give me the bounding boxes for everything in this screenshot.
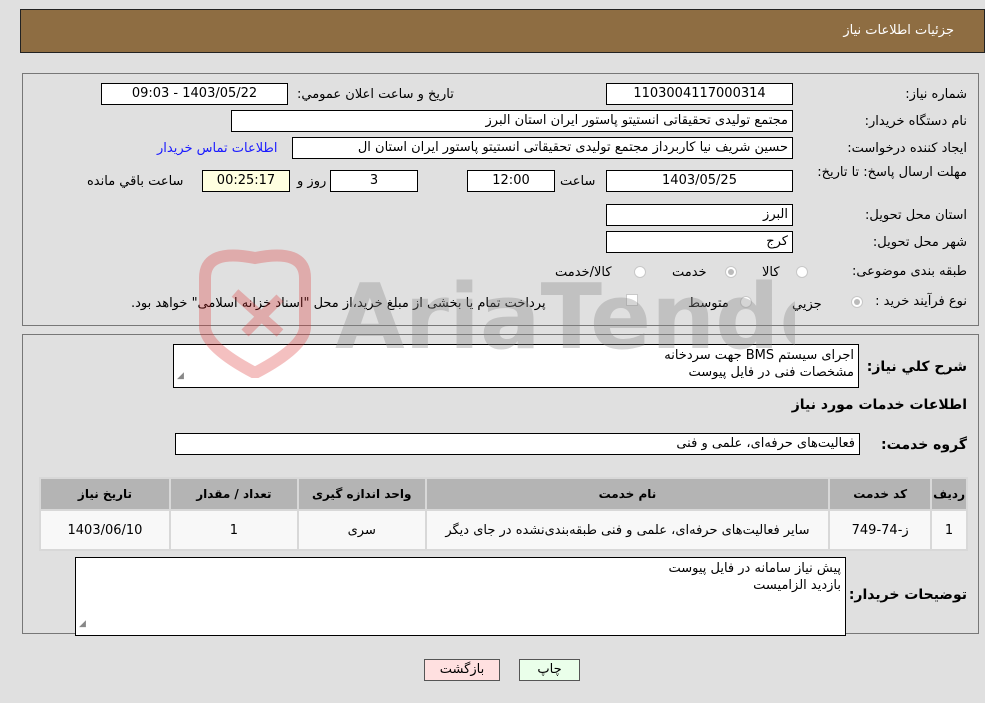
service-group-field: فعالیت‌های حرفه‌ای، علمی و فنی bbox=[175, 433, 860, 455]
days-label: روز و bbox=[297, 174, 327, 189]
need-number-field: 1103004117000314 bbox=[606, 83, 793, 105]
resize-grip-icon[interactable]: ◢ bbox=[177, 368, 184, 385]
category-radio-goods-service[interactable] bbox=[634, 266, 646, 278]
service-group-label: گروه خدمت: bbox=[881, 437, 967, 453]
process-option-minor: جزيي bbox=[792, 297, 822, 312]
days-remaining-field: 3 bbox=[330, 170, 418, 192]
payment-note: پرداخت تمام يا بخشی از مبلغ خريد،از محل … bbox=[131, 296, 546, 311]
process-radio-medium[interactable] bbox=[740, 296, 752, 308]
province-field: البرز bbox=[606, 204, 793, 226]
deadline-label: مهلت ارسال پاسخ: تا تاریخ: bbox=[817, 165, 967, 180]
need-number-label: شماره نیاز: bbox=[905, 87, 967, 102]
category-radio-goods[interactable] bbox=[796, 266, 808, 278]
services-table: رديف کد خدمت نام خدمت واحد اندازه گيری ت… bbox=[39, 477, 968, 551]
page-title: جزئیات اطلاعات نیاز bbox=[843, 23, 954, 38]
page-header: جزئیات اطلاعات نیاز bbox=[20, 9, 985, 53]
category-option-goods-service: کالا/خدمت bbox=[555, 265, 612, 280]
col-need-date: تاريخ نياز bbox=[41, 479, 169, 509]
city-label: شهر محل تحویل: bbox=[872, 235, 967, 250]
process-radio-minor[interactable] bbox=[851, 296, 863, 308]
cell-need-date: 1403/06/10 bbox=[41, 511, 169, 549]
col-quantity: تعداد / مقدار bbox=[170, 479, 297, 509]
category-label: طبقه بندی موضوعی: bbox=[851, 264, 967, 279]
deadline-time-field: 12:00 bbox=[467, 170, 555, 192]
process-option-medium: متوسط bbox=[688, 296, 729, 311]
resize-grip-icon[interactable]: ◢ bbox=[79, 616, 86, 633]
col-unit: واحد اندازه گيری bbox=[298, 479, 425, 509]
category-option-service: خدمت bbox=[672, 265, 707, 280]
time-remaining-field: 00:25:17 bbox=[202, 170, 290, 192]
buyer-notes-label: توضیحات خریدار: bbox=[848, 587, 967, 603]
col-service-code: کد خدمت bbox=[830, 479, 931, 509]
buyer-notes-textarea[interactable]: پیش نیاز سامانه در فایل پیوست بازدید الز… bbox=[75, 557, 846, 636]
process-label: نوع فرآيند خريد : bbox=[875, 294, 967, 309]
category-option-goods: کالا bbox=[762, 265, 780, 280]
buyer-org-label: نام دستگاه خريدار: bbox=[864, 114, 967, 129]
cell-row-number: 1 bbox=[932, 511, 966, 549]
description-textarea[interactable]: اجرای سیستم BMS جهت سردخانه مشخصات فنی د… bbox=[173, 344, 859, 388]
treasury-payment-checkbox[interactable] bbox=[626, 294, 638, 306]
city-field: کرج bbox=[606, 231, 793, 253]
cell-service-code: ز-74-749 bbox=[830, 511, 931, 549]
table-header-row: رديف کد خدمت نام خدمت واحد اندازه گيری ت… bbox=[41, 479, 966, 509]
col-service-name: نام خدمت bbox=[426, 479, 829, 509]
creator-field: حسین شریف نیا کاربرداز مجتمع تولیدی تحقی… bbox=[292, 137, 793, 159]
announce-label: تاریخ و ساعت اعلان عمومي: bbox=[297, 87, 454, 102]
time-remaining-label: ساعت باقي مانده bbox=[87, 174, 184, 189]
category-radio-service[interactable] bbox=[725, 266, 737, 278]
announce-datetime-field: 1403/05/22 - 09:03 bbox=[101, 83, 288, 105]
deadline-time-label: ساعت bbox=[560, 174, 596, 189]
cell-unit: سری bbox=[298, 511, 425, 549]
cell-service-name: سایر فعالیت‌های حرفه‌ای، علمی و فنی طبقه… bbox=[426, 511, 829, 549]
cell-quantity: 1 bbox=[170, 511, 297, 549]
buyer-notes-text: پیش نیاز سامانه در فایل پیوست بازدید الز… bbox=[668, 561, 841, 593]
buyer-org-field: مجتمع تولیدی تحقیقاتی انستیتو پاستور ایر… bbox=[231, 110, 793, 132]
deadline-date-field: 1403/05/25 bbox=[606, 170, 793, 192]
table-row: 1 ز-74-749 سایر فعالیت‌های حرفه‌ای، علمی… bbox=[41, 511, 966, 549]
creator-label: ايجاد کننده درخواست: bbox=[847, 141, 967, 156]
print-button[interactable]: چاپ bbox=[519, 659, 580, 681]
services-section-title: اطلاعات خدمات مورد نياز bbox=[791, 397, 967, 413]
description-label: شرح کلي نياز: bbox=[866, 359, 967, 375]
province-label: استان محل تحویل: bbox=[865, 208, 967, 223]
description-text: اجرای سیستم BMS جهت سردخانه مشخصات فنی د… bbox=[664, 348, 854, 380]
back-button[interactable]: بازگشت bbox=[424, 659, 500, 681]
buyer-contact-link[interactable]: اطلاعات تماس خريدار bbox=[157, 141, 277, 156]
col-row-number: رديف bbox=[932, 479, 966, 509]
